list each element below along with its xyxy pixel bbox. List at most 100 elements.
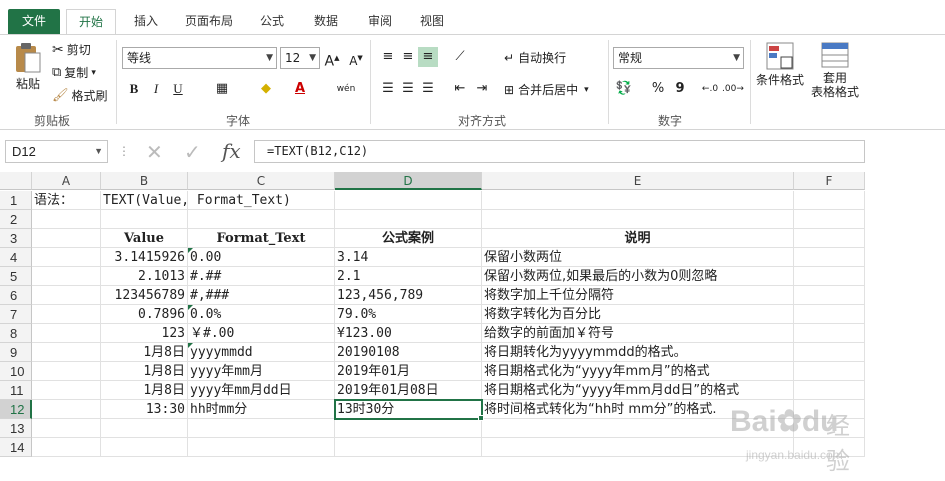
cell-f11[interactable] bbox=[794, 381, 865, 400]
cell-d1[interactable] bbox=[335, 191, 482, 210]
cell-a2[interactable] bbox=[32, 210, 101, 229]
cell-a14[interactable] bbox=[32, 438, 101, 457]
tab-file[interactable]: 文件 bbox=[8, 9, 60, 35]
row-header-5[interactable]: 5 bbox=[0, 267, 32, 286]
row-header-3[interactable]: 3 bbox=[0, 229, 32, 248]
cell-b10[interactable]: 1月8日 bbox=[101, 362, 188, 381]
copy-button[interactable]: ⧉ 复制 ▾ bbox=[52, 64, 96, 81]
paste-button[interactable]: 粘贴 bbox=[10, 41, 46, 92]
cell-d6[interactable]: 123,456,789 bbox=[335, 286, 482, 305]
cell-b2[interactable] bbox=[101, 210, 188, 229]
cell-a11[interactable] bbox=[32, 381, 101, 400]
percent-button[interactable]: % bbox=[648, 79, 668, 99]
row-header-9[interactable]: 9 bbox=[0, 343, 32, 362]
select-all-corner[interactable] bbox=[0, 172, 32, 190]
row-header-12[interactable]: 12 bbox=[0, 400, 32, 419]
format-as-table-button[interactable]: 套用 表格格式 bbox=[806, 41, 864, 99]
wrap-text-button[interactable]: ↵ 自动换行 bbox=[504, 49, 566, 66]
row-header-10[interactable]: 10 bbox=[0, 362, 32, 381]
row-header-1[interactable]: 1 bbox=[0, 191, 32, 210]
conditional-format-button[interactable]: 条件格式 bbox=[754, 41, 806, 88]
enter-icon[interactable]: ✓ bbox=[184, 140, 201, 164]
grow-font-icon[interactable]: A▲ bbox=[322, 48, 342, 70]
row-header-7[interactable]: 7 bbox=[0, 305, 32, 324]
cell-b4[interactable]: 3.1415926 bbox=[101, 248, 188, 267]
cell-f8[interactable] bbox=[794, 324, 865, 343]
fill-color-icon[interactable]: ◆ bbox=[256, 79, 276, 99]
tab-page-layout[interactable]: 页面布局 bbox=[178, 9, 240, 34]
merge-center-button[interactable]: ⊞ 合并后居中 ▾ bbox=[504, 81, 589, 98]
error-indicator-icon[interactable] bbox=[188, 305, 193, 310]
tab-review[interactable]: 审阅 bbox=[360, 9, 400, 34]
orientation-icon[interactable]: ⟋ bbox=[450, 47, 470, 67]
align-bottom-icon[interactable]: ≡ bbox=[418, 47, 438, 67]
cell-a8[interactable] bbox=[32, 324, 101, 343]
align-middle-icon[interactable]: ≡ bbox=[398, 47, 418, 67]
phonetic-icon[interactable]: wén bbox=[334, 79, 358, 99]
row-header-13[interactable]: 13 bbox=[0, 419, 32, 438]
cell-c8[interactable]: ￥#.00 bbox=[188, 324, 335, 343]
name-box[interactable]: D12 ▼ bbox=[5, 140, 108, 163]
shrink-font-icon[interactable]: A▼ bbox=[346, 48, 366, 68]
formula-input[interactable]: =TEXT(B12,C12) bbox=[254, 140, 865, 163]
number-format-select[interactable]: 常规 ▼ bbox=[613, 47, 744, 69]
cell-a1[interactable]: 语法： bbox=[32, 191, 101, 210]
cell-a4[interactable] bbox=[32, 248, 101, 267]
increase-indent-icon[interactable]: ⇥ bbox=[472, 79, 492, 99]
cell-d2[interactable] bbox=[335, 210, 482, 229]
row-header-14[interactable]: 14 bbox=[0, 438, 32, 457]
border-icon[interactable]: ▦ bbox=[212, 79, 232, 99]
column-header-f[interactable]: F bbox=[794, 172, 865, 190]
cell-d12[interactable]: 13时30分 bbox=[334, 399, 483, 420]
cell-e6[interactable]: 将数字加上千位分隔符 bbox=[482, 286, 794, 305]
row-header-2[interactable]: 2 bbox=[0, 210, 32, 229]
row-header-11[interactable]: 11 bbox=[0, 381, 32, 400]
cell-b11[interactable]: 1月8日 bbox=[101, 381, 188, 400]
cell-c12[interactable]: hh时mm分 bbox=[188, 400, 335, 419]
row-header-4[interactable]: 4 bbox=[0, 248, 32, 267]
cell-f1[interactable] bbox=[794, 191, 865, 210]
cell-c10[interactable]: yyyy年mm月 bbox=[188, 362, 335, 381]
cell-c11[interactable]: yyyy年mm月dd日 bbox=[188, 381, 335, 400]
comma-button[interactable]: 9 bbox=[670, 79, 690, 99]
cell-f10[interactable] bbox=[794, 362, 865, 381]
decrease-decimal-icon[interactable]: .00→ bbox=[722, 79, 744, 99]
cell-b8[interactable]: 123 bbox=[101, 324, 188, 343]
align-center-icon[interactable]: ☰ bbox=[398, 79, 418, 99]
cell-c13[interactable] bbox=[188, 419, 335, 438]
align-right-icon[interactable]: ☰ bbox=[418, 79, 438, 99]
cell-a12[interactable] bbox=[32, 400, 101, 419]
cell-c6[interactable]: #,### bbox=[188, 286, 335, 305]
cell-d14[interactable] bbox=[335, 438, 482, 457]
error-indicator-icon[interactable] bbox=[188, 248, 193, 253]
error-indicator-icon[interactable] bbox=[188, 343, 193, 348]
cell-c4[interactable]: 0.00 bbox=[188, 248, 335, 267]
font-size-select[interactable]: 12 ▼ bbox=[280, 47, 320, 69]
cell-d13[interactable] bbox=[335, 419, 482, 438]
cell-d10[interactable]: 2019年01月 bbox=[335, 362, 482, 381]
cell-f9[interactable] bbox=[794, 343, 865, 362]
row-header-8[interactable]: 8 bbox=[0, 324, 32, 343]
cell-b14[interactable] bbox=[101, 438, 188, 457]
cell-a9[interactable] bbox=[32, 343, 101, 362]
underline-button[interactable]: U bbox=[168, 79, 188, 99]
insert-function-icon[interactable]: fx bbox=[222, 139, 241, 163]
cell-b7[interactable]: 0.7896 bbox=[101, 305, 188, 324]
tab-view[interactable]: 视图 bbox=[412, 9, 452, 34]
cell-e2[interactable] bbox=[482, 210, 794, 229]
decrease-indent-icon[interactable]: ⇤ bbox=[450, 79, 470, 99]
italic-button[interactable]: I bbox=[146, 79, 166, 99]
cell-c1[interactable] bbox=[188, 191, 335, 210]
cell-a7[interactable] bbox=[32, 305, 101, 324]
cell-f4[interactable] bbox=[794, 248, 865, 267]
cell-c3[interactable]: Format_Text bbox=[188, 229, 335, 248]
cell-c9[interactable]: yyyymmdd bbox=[188, 343, 335, 362]
cell-a13[interactable] bbox=[32, 419, 101, 438]
column-header-c[interactable]: C bbox=[188, 172, 335, 190]
cell-a6[interactable] bbox=[32, 286, 101, 305]
cell-f7[interactable] bbox=[794, 305, 865, 324]
cell-e7[interactable]: 将数字转化为百分比 bbox=[482, 305, 794, 324]
cell-b12[interactable]: 13:30 bbox=[101, 400, 188, 419]
cell-d7[interactable]: 79.0% bbox=[335, 305, 482, 324]
cell-b5[interactable]: 2.1013 bbox=[101, 267, 188, 286]
